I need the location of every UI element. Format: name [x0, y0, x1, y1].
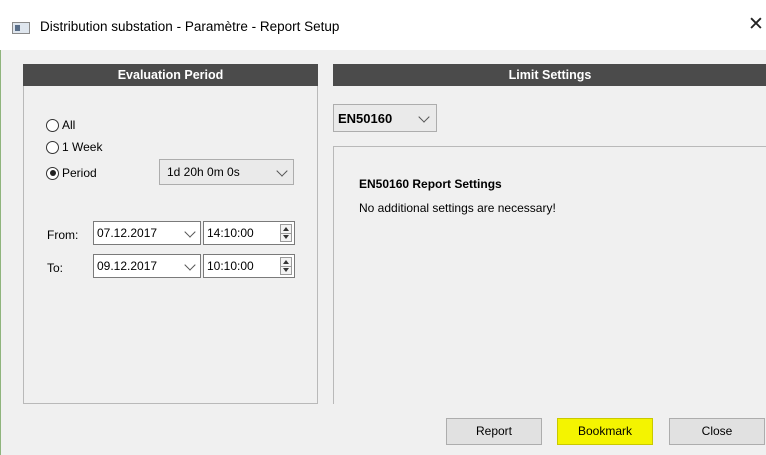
chevron-down-icon	[184, 226, 196, 238]
to-time-spinner[interactable]	[280, 257, 292, 275]
from-date-value: 07.12.2017	[97, 226, 158, 240]
report-settings-area: EN50160 Report Settings No additional se…	[333, 146, 766, 404]
from-time-value: 14:10:00	[207, 226, 254, 240]
title-bar: Distribution substation - Paramètre - Re…	[0, 0, 766, 50]
report-button[interactable]: Report	[446, 418, 542, 445]
radio-period-label: Period	[62, 166, 97, 180]
radio-all[interactable]: All	[46, 118, 75, 132]
period-value: 1d 20h 0m 0s	[167, 165, 240, 179]
chevron-down-icon	[184, 259, 196, 271]
close-button[interactable]: Close	[669, 418, 765, 445]
window-title: Distribution substation - Paramètre - Re…	[40, 19, 340, 34]
to-date-picker[interactable]: 09.12.2017	[93, 254, 201, 278]
to-label: To:	[47, 261, 64, 275]
settings-title: EN50160 Report Settings	[359, 177, 502, 191]
chevron-down-icon	[276, 165, 288, 177]
period-dropdown[interactable]: 1d 20h 0m 0s	[159, 159, 294, 185]
to-time-field[interactable]: 10:10:00	[203, 254, 295, 278]
settings-message: No additional settings are necessary!	[359, 201, 556, 215]
dialog-body: Evaluation Period All 1 Week Period 1d 2…	[0, 50, 766, 455]
radio-all-label: All	[62, 118, 76, 132]
radio-period[interactable]: Period	[46, 166, 97, 180]
radio-period-indicator[interactable]	[46, 166, 59, 180]
bookmark-button[interactable]: Bookmark	[557, 418, 653, 445]
radio-1-week-indicator[interactable]	[46, 140, 59, 154]
evaluation-period-panel: Evaluation Period All 1 Week Period 1d 2…	[23, 64, 318, 404]
from-date-picker[interactable]: 07.12.2017	[93, 221, 201, 245]
from-time-spinner[interactable]	[280, 224, 292, 242]
evaluation-period-header: Evaluation Period	[23, 64, 318, 86]
to-date-value: 09.12.2017	[97, 259, 158, 273]
close-window-icon[interactable]: ✕	[748, 15, 764, 35]
chevron-down-icon	[418, 111, 430, 123]
radio-1-week[interactable]: 1 Week	[46, 140, 102, 154]
from-label: From:	[47, 228, 79, 242]
radio-all-indicator[interactable]	[46, 118, 59, 132]
app-window-icon	[12, 22, 30, 34]
standard-value: EN50160	[338, 111, 393, 126]
radio-1-week-label: 1 Week	[62, 140, 103, 154]
from-time-field[interactable]: 14:10:00	[203, 221, 295, 245]
limit-settings-header: Limit Settings	[333, 64, 766, 86]
standard-dropdown[interactable]: EN50160	[333, 104, 437, 132]
to-time-value: 10:10:00	[207, 259, 254, 273]
